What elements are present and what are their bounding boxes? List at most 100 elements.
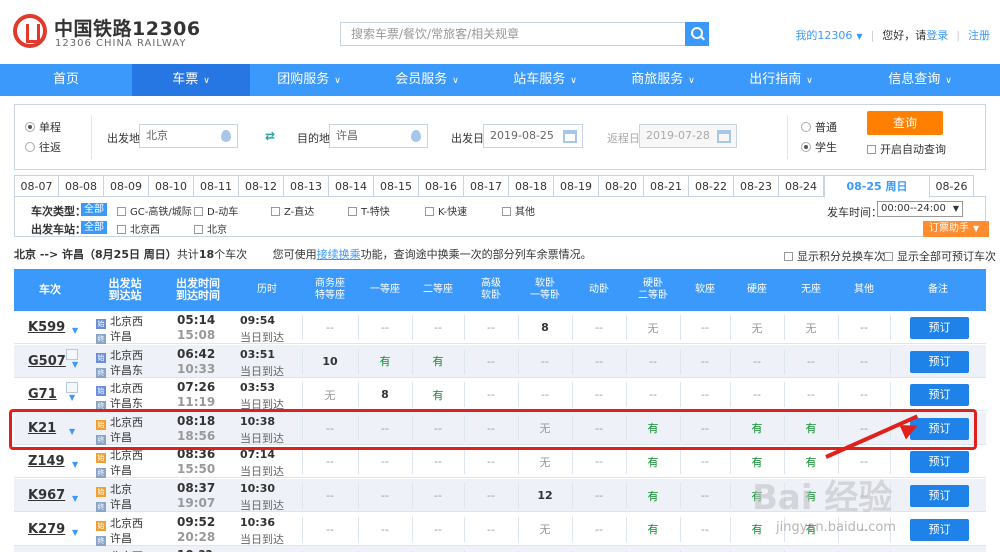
logo-title[interactable]: 中国铁路12306 [54, 14, 201, 41]
date-tab[interactable]: 08-26 [930, 175, 974, 197]
order-helper-button[interactable]: 订票助手 ▼ [923, 221, 989, 237]
chevron-down-icon[interactable]: ▼ [856, 32, 862, 41]
expand-caret-icon[interactable]: ▼ [72, 326, 78, 335]
type-gc-checkbox[interactable]: GC-高铁/城际 [117, 203, 192, 218]
type-z-checkbox[interactable]: Z-直达 [271, 203, 314, 218]
book-button[interactable]: 预订 [910, 384, 969, 407]
nav-business[interactable]: 商旅服务 ∨ [604, 64, 722, 96]
book-button[interactable]: 预订 [910, 485, 969, 507]
caret-down-icon: ▼ [973, 224, 980, 233]
trip-oneway-radio[interactable]: 单程 [25, 119, 61, 135]
return-date-input[interactable]: 2019-07-28 [639, 124, 737, 148]
date-tab[interactable]: 08-25 周日 [824, 175, 930, 198]
date-tab[interactable]: 08-15 [374, 175, 419, 197]
station-bjx-checkbox[interactable]: 北京西 [117, 221, 160, 236]
expand-caret-icon[interactable]: ▼ [69, 393, 75, 402]
station-bj-checkbox[interactable]: 北京 [194, 221, 227, 236]
nav-tickets[interactable]: 车票 ∨ [132, 64, 250, 96]
book-button[interactable]: 预订 [910, 317, 969, 339]
depart-date-input[interactable]: 2019-08-25 [483, 124, 583, 148]
date-tab[interactable]: 08-23 [734, 175, 779, 197]
type-normal-radio[interactable]: 普通 [801, 119, 837, 135]
railway-logo-icon[interactable] [13, 14, 47, 48]
date-tab[interactable]: 08-12 [239, 175, 284, 197]
to-input[interactable]: 许昌 [329, 124, 428, 148]
show-all-checkbox[interactable]: 显示全部可预订车次 [884, 248, 996, 264]
nav-guide[interactable]: 出行指南 ∨ [722, 64, 840, 96]
login-link[interactable]: 登录 [926, 29, 948, 42]
date-tab[interactable]: 08-11 [194, 175, 239, 197]
search-icon[interactable] [685, 22, 709, 46]
calendar-icon[interactable] [563, 130, 577, 143]
seat-availability: 无 [324, 388, 336, 402]
date-tab[interactable]: 08-16 [419, 175, 464, 197]
date-tab[interactable]: 08-18 [509, 175, 554, 197]
date-tab[interactable]: 08-19 [554, 175, 599, 197]
return-label: 返程日 [607, 132, 640, 145]
type-gc-label: GC-高铁/城际 [130, 207, 192, 218]
expand-caret-icon[interactable]: ▼ [72, 494, 78, 503]
train-image-icon[interactable] [66, 348, 78, 360]
seat-availability: -- [860, 388, 868, 402]
train-number-link[interactable]: K279 [28, 513, 65, 546]
expand-caret-icon[interactable]: ▼ [72, 528, 78, 537]
nav-group[interactable]: 团购服务 ∨ [250, 64, 368, 96]
date-tab[interactable]: 08-10 [149, 175, 194, 197]
book-button[interactable]: 预订 [910, 451, 969, 474]
calendar-icon[interactable] [717, 130, 731, 143]
column-header: 出发站 到达站 [108, 277, 142, 302]
depart-time-select[interactable]: 00:00--24:00 [877, 201, 963, 217]
train-number-link[interactable]: K967 [28, 479, 65, 512]
seat-availability: 10 [322, 354, 338, 368]
my12306-link[interactable]: 我的12306 [795, 29, 852, 42]
date-tab[interactable]: 08-08 [59, 175, 104, 197]
swap-stations-icon[interactable]: ⇄ [265, 129, 279, 143]
register-link[interactable]: 注册 [968, 29, 990, 42]
auto-query-checkbox[interactable]: 开启自动查询 [867, 141, 946, 157]
train-number-link[interactable]: G507 [28, 345, 66, 378]
date-tab[interactable]: 08-14 [329, 175, 374, 197]
station-bjx-label: 北京西 [130, 225, 160, 236]
book-button[interactable]: 预订 [910, 350, 969, 373]
query-button[interactable]: 查询 [867, 111, 943, 135]
column-header[interactable]: 出发时间 到达时间 [164, 269, 232, 311]
nav-info[interactable]: 信息查询 ∨ [840, 64, 1000, 96]
train-number-link[interactable]: K599 [28, 311, 65, 344]
nav-member[interactable]: 会员服务 ∨ [368, 64, 486, 96]
train-number-link[interactable]: Z149 [28, 445, 65, 478]
type-student-radio[interactable]: 学生 [801, 139, 837, 155]
date-tab[interactable]: 08-07 [14, 175, 59, 197]
expand-caret-icon[interactable]: ▼ [72, 360, 78, 369]
date-tab[interactable]: 08-13 [284, 175, 329, 197]
book-button[interactable]: 预订 [910, 518, 969, 541]
date-tab[interactable]: 08-20 [599, 175, 644, 197]
duration: 09:54 [240, 314, 276, 327]
arrival-day: 当日到达 [240, 499, 284, 512]
trip-round-radio[interactable]: 往返 [25, 139, 61, 155]
type-k-checkbox[interactable]: K-快速 [425, 203, 467, 218]
nav-home[interactable]: 首页 [0, 64, 132, 96]
transfer-link[interactable]: 接续换乘 [317, 248, 361, 261]
date-tab[interactable]: 08-24 [779, 175, 824, 197]
expand-caret-icon[interactable]: ▼ [72, 460, 78, 469]
date-tab[interactable]: 08-09 [104, 175, 149, 197]
show-points-checkbox[interactable]: 显示积分兑换车次 [784, 248, 885, 264]
column-header[interactable]: 历时 [232, 269, 302, 311]
date-tab[interactable]: 08-22 [689, 175, 734, 197]
date-tab[interactable]: 08-21 [644, 175, 689, 197]
date-tab[interactable]: 08-17 [464, 175, 509, 197]
depart-station-all[interactable]: 全部 [81, 221, 107, 234]
train-number-link[interactable]: G71 [28, 378, 57, 411]
arrive-time: 10:33 [177, 361, 216, 376]
nav-station[interactable]: 站车服务 ∨ [486, 64, 604, 96]
site-search-input[interactable]: 搜索车票/餐饮/常旅客/相关规章 [340, 22, 685, 46]
station-bj-label: 北京 [207, 225, 227, 236]
table-row: G71 ▼ 始北京西终许昌东 07:26 11:19 03:53 当日到达无 8 有 -- -- --… [14, 378, 986, 412]
type-other-checkbox[interactable]: 其他 [502, 203, 535, 218]
type-d-checkbox[interactable]: D-动车 [194, 203, 238, 218]
to-station-name: 许昌 [110, 531, 132, 545]
from-input[interactable]: 北京 [139, 124, 238, 148]
train-type-all[interactable]: 全部 [81, 203, 107, 216]
train-image-icon[interactable] [66, 382, 78, 394]
type-t-checkbox[interactable]: T-特快 [348, 203, 390, 218]
